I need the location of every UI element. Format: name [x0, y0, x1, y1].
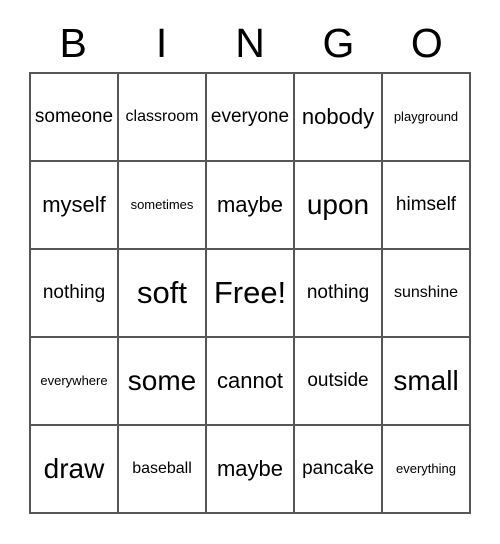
bingo-cell-label: everything	[396, 461, 456, 477]
bingo-cell-label: sunshine	[393, 283, 459, 301]
table-row: someone classroom everyone nobody playgr…	[31, 74, 471, 162]
bingo-cell-label: everyone	[210, 106, 290, 128]
bingo-cell-label: maybe	[216, 456, 284, 482]
bingo-cell-label: someone	[34, 106, 114, 128]
table-row: nothing soft Free! nothing sunshine	[31, 250, 471, 338]
bingo-cell-label: everywhere	[40, 373, 108, 389]
bingo-cell-g4[interactable]: outside	[295, 338, 383, 426]
bingo-header-letter-n: N	[235, 19, 265, 66]
bingo-cell-i2[interactable]: sometimes	[119, 162, 207, 250]
table-row: everywhere some cannot outside small	[31, 338, 471, 426]
bingo-cell-label: pancake	[302, 458, 374, 480]
bingo-cell-i5[interactable]: baseball	[119, 426, 207, 514]
bingo-cell-label: baseball	[132, 459, 192, 477]
bingo-cell-o2[interactable]: himself	[383, 162, 471, 250]
bingo-header-letter-i: I	[155, 19, 168, 66]
bingo-cell-label: nobody	[301, 104, 375, 130]
bingo-cell-label: cannot	[216, 368, 284, 394]
bingo-cell-label: nothing	[42, 282, 106, 304]
bingo-cell-b4[interactable]: everywhere	[31, 338, 119, 426]
bingo-cell-o5[interactable]: everything	[383, 426, 471, 514]
bingo-cell-label: draw	[43, 453, 105, 485]
bingo-cell-i4[interactable]: some	[119, 338, 207, 426]
bingo-cell-i3[interactable]: soft	[119, 250, 207, 338]
bingo-cell-label: classroom	[125, 107, 199, 125]
bingo-cell-n1[interactable]: everyone	[207, 74, 295, 162]
bingo-cell-label: upon	[306, 189, 370, 221]
bingo-cell-label: myself	[42, 192, 106, 218]
bingo-cell-n2[interactable]: maybe	[207, 162, 295, 250]
bingo-cell-o4[interactable]: small	[383, 338, 471, 426]
bingo-cell-g3[interactable]: nothing	[295, 250, 383, 338]
bingo-header-row: B I N G O	[29, 14, 471, 72]
bingo-cell-label: soft	[137, 274, 187, 310]
bingo-cell-b3[interactable]: nothing	[31, 250, 119, 338]
bingo-cell-label: nothing	[306, 282, 370, 304]
bingo-cell-b1[interactable]: someone	[31, 74, 119, 162]
bingo-cell-label: some	[127, 365, 197, 397]
bingo-cell-free-space[interactable]: Free!	[207, 250, 295, 338]
bingo-cell-label: himself	[395, 194, 457, 216]
bingo-cell-label: maybe	[216, 192, 284, 218]
bingo-cell-b5[interactable]: draw	[31, 426, 119, 514]
bingo-cell-label: small	[393, 365, 459, 397]
bingo-cell-o3[interactable]: sunshine	[383, 250, 471, 338]
bingo-cell-i1[interactable]: classroom	[119, 74, 207, 162]
bingo-cell-label: Free!	[213, 274, 287, 310]
bingo-cell-g5[interactable]: pancake	[295, 426, 383, 514]
bingo-cell-g1[interactable]: nobody	[295, 74, 383, 162]
bingo-cell-o1[interactable]: playground	[383, 74, 471, 162]
bingo-cell-b2[interactable]: myself	[31, 162, 119, 250]
bingo-cell-label: sometimes	[130, 197, 194, 213]
bingo-cell-g2[interactable]: upon	[295, 162, 383, 250]
bingo-header-letter-o: O	[410, 19, 443, 66]
bingo-cell-label: playground	[393, 109, 459, 125]
bingo-cell-n5[interactable]: maybe	[207, 426, 295, 514]
bingo-header-letter-g: G	[322, 19, 355, 66]
table-row: myself sometimes maybe upon himself	[31, 162, 471, 250]
bingo-grid: someone classroom everyone nobody playgr…	[29, 72, 471, 514]
bingo-cell-label: outside	[307, 370, 369, 392]
table-row: draw baseball maybe pancake everything	[31, 426, 471, 514]
bingo-header-letter-b: B	[59, 19, 87, 66]
bingo-card: B I N G O someone classroom everyone nob…	[29, 14, 471, 514]
bingo-cell-n4[interactable]: cannot	[207, 338, 295, 426]
